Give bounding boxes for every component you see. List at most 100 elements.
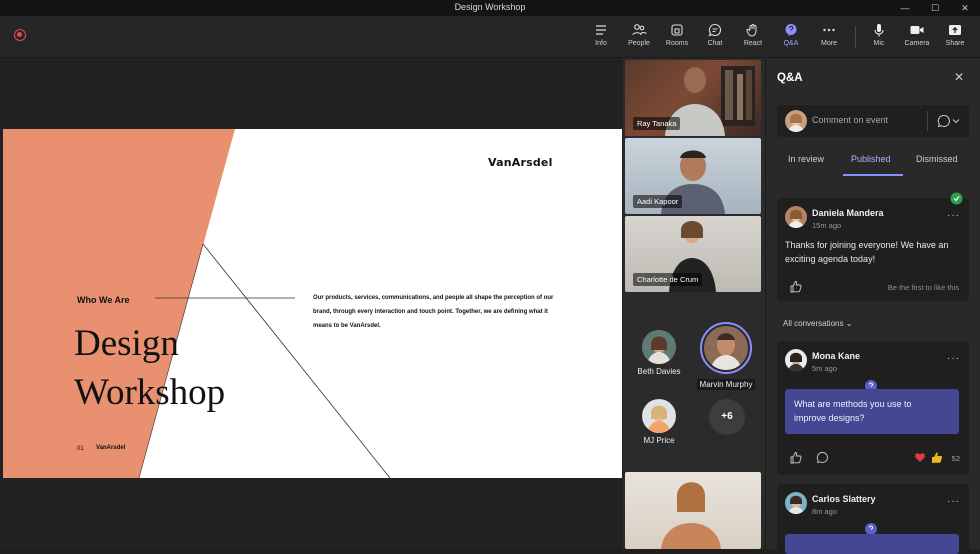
slide-section-heading: Who We Are (77, 295, 130, 305)
mic-icon (874, 24, 884, 37)
avatar (642, 330, 676, 364)
post-more-button[interactable]: ··· (947, 496, 960, 507)
qa-label: Q&A (783, 40, 799, 47)
camera-icon (910, 26, 924, 34)
people-button[interactable]: People (622, 22, 656, 54)
more-icon (823, 28, 835, 32)
participant-name: Ray Tanaka (633, 117, 681, 130)
avatar-beth-davies[interactable]: Beth Davies (633, 330, 685, 376)
participant-name: Aadi Kapoor (633, 195, 683, 208)
slide-footer-brand: VanArsdel (96, 445, 126, 451)
qa-post-daniela-mandera: Daniela Mandera 15m ago ··· Thanks for j… (777, 192, 969, 301)
post-text-line2: exciting agenda today! (785, 254, 876, 264)
tab-in-review[interactable]: In review (788, 154, 824, 164)
qa-button[interactable]: Q&A (774, 22, 808, 54)
pinned-icon (950, 192, 963, 205)
compose-options-icon[interactable] (937, 114, 961, 128)
presentation-slide: VanArsdel Who We Are Design Workshop Our… (3, 129, 622, 478)
avatar (785, 206, 807, 228)
close-window-button[interactable]: ✕ (950, 0, 980, 16)
react-label: React (743, 40, 763, 47)
avatar (785, 492, 807, 514)
question-box: What are methods you use to improve desi… (785, 389, 959, 434)
question-box (785, 534, 959, 554)
post-footer-note: Be the first to like this (887, 283, 959, 292)
post-time: 5m ago (812, 364, 838, 373)
post-more-button[interactable]: ··· (947, 210, 960, 221)
share-button[interactable]: Share (938, 22, 972, 54)
post-more-button[interactable]: ··· (947, 353, 960, 364)
react-button[interactable]: React (736, 22, 770, 54)
heart-reaction-icon[interactable] (914, 452, 926, 463)
participant-name: Beth Davies (637, 367, 681, 376)
recording-icon (14, 29, 26, 41)
camera-label: Camera (904, 40, 930, 47)
avatar-marvin-murphy[interactable]: Marvin Murphy (693, 322, 759, 392)
qa-tabs: In review Published Dismissed (766, 154, 980, 176)
more-label: More (821, 40, 837, 47)
qa-post-mona-kane: Mona Kane 5m ago ··· What are methods yo… (777, 341, 969, 475)
video-tile-charlotte-de-crum[interactable]: Charlotte de Crum (625, 216, 761, 292)
chevron-down-icon: ⌄ (845, 319, 853, 328)
chat-button[interactable]: Chat (698, 22, 732, 54)
camera-button[interactable]: Camera (900, 22, 934, 54)
post-author: Mona Kane (812, 351, 861, 361)
info-label: Info (595, 40, 607, 47)
slide-title-line1: Design (74, 323, 179, 364)
participant-name: MJ Price (643, 436, 675, 445)
post-author: Carlos Slattery (812, 494, 876, 504)
slide-brand-logo: VanArsdel (488, 156, 553, 169)
share-icon (949, 25, 961, 35)
slide-page-number: 01 (77, 446, 84, 452)
qa-panel-title: Q&A (777, 72, 803, 84)
close-panel-button[interactable]: ✕ (954, 70, 964, 84)
mic-button[interactable]: Mic (862, 22, 896, 54)
avatar (700, 322, 752, 374)
filter-label: All conversations (783, 319, 844, 328)
participant-name: Marvin Murphy (696, 379, 756, 390)
rooms-button[interactable]: Rooms (660, 22, 694, 54)
minimize-button[interactable]: — (890, 0, 920, 16)
share-label: Share (945, 40, 965, 47)
maximize-button[interactable]: ☐ (920, 0, 950, 16)
more-button[interactable]: More (812, 22, 846, 54)
post-text-line1: Thanks for joining everyone! We have an (785, 240, 949, 250)
like-icon[interactable] (789, 451, 802, 464)
tab-dismissed[interactable]: Dismissed (916, 154, 958, 164)
question-text-line1: What are methods you use to (794, 399, 912, 409)
tab-published[interactable]: Published (851, 154, 891, 164)
mic-label: Mic (873, 40, 885, 47)
like-icon[interactable] (789, 280, 802, 293)
people-label: People (628, 40, 650, 47)
video-tile-ray-tanaka[interactable]: Ray Tanaka (625, 60, 761, 136)
people-icon (632, 24, 647, 36)
question-text-line2: improve designs? (794, 413, 865, 423)
rooms-label: Rooms (665, 40, 689, 47)
video-tile-aadi-kapoor[interactable]: Aadi Kapoor (625, 138, 761, 214)
avatar-mj-price[interactable]: MJ Price (633, 399, 685, 445)
thumbs-up-reaction-icon[interactable] (930, 451, 943, 464)
info-icon (596, 25, 606, 35)
meeting-toolbar: Info People Rooms Chat React Q&A More Mi… (0, 16, 980, 58)
participants-gallery: Ray Tanaka Aadi Kapoor Charlotte de Crum… (623, 58, 765, 549)
slide-title: Design Workshop (74, 319, 225, 417)
slide-diagonal-line (202, 243, 391, 478)
qa-panel: Q&A ✕ Comment on event In review Publish… (765, 58, 980, 554)
conversation-filter[interactable]: All conversations ⌄ (783, 319, 852, 328)
participant-name: Charlotte de Crum (633, 273, 703, 286)
reply-icon[interactable] (816, 451, 829, 464)
more-participants-button[interactable]: +6 (709, 399, 745, 435)
post-time: 15m ago (812, 221, 842, 230)
chat-label: Chat (707, 40, 723, 47)
comment-input[interactable]: Comment on event (812, 115, 888, 125)
comment-box[interactable]: Comment on event (777, 105, 969, 137)
shared-content-stage: VanArsdel Who We Are Design Workshop Our… (0, 58, 623, 549)
avatar (642, 399, 676, 433)
chat-icon (708, 23, 722, 37)
info-button[interactable]: Info (584, 22, 618, 54)
qa-post-carlos-slattery: Carlos Slattery 8m ago ··· (777, 484, 969, 554)
avatar (785, 110, 807, 132)
video-tile-participant[interactable] (625, 472, 761, 549)
react-hand-icon (746, 24, 757, 37)
post-time: 8m ago (812, 507, 838, 516)
